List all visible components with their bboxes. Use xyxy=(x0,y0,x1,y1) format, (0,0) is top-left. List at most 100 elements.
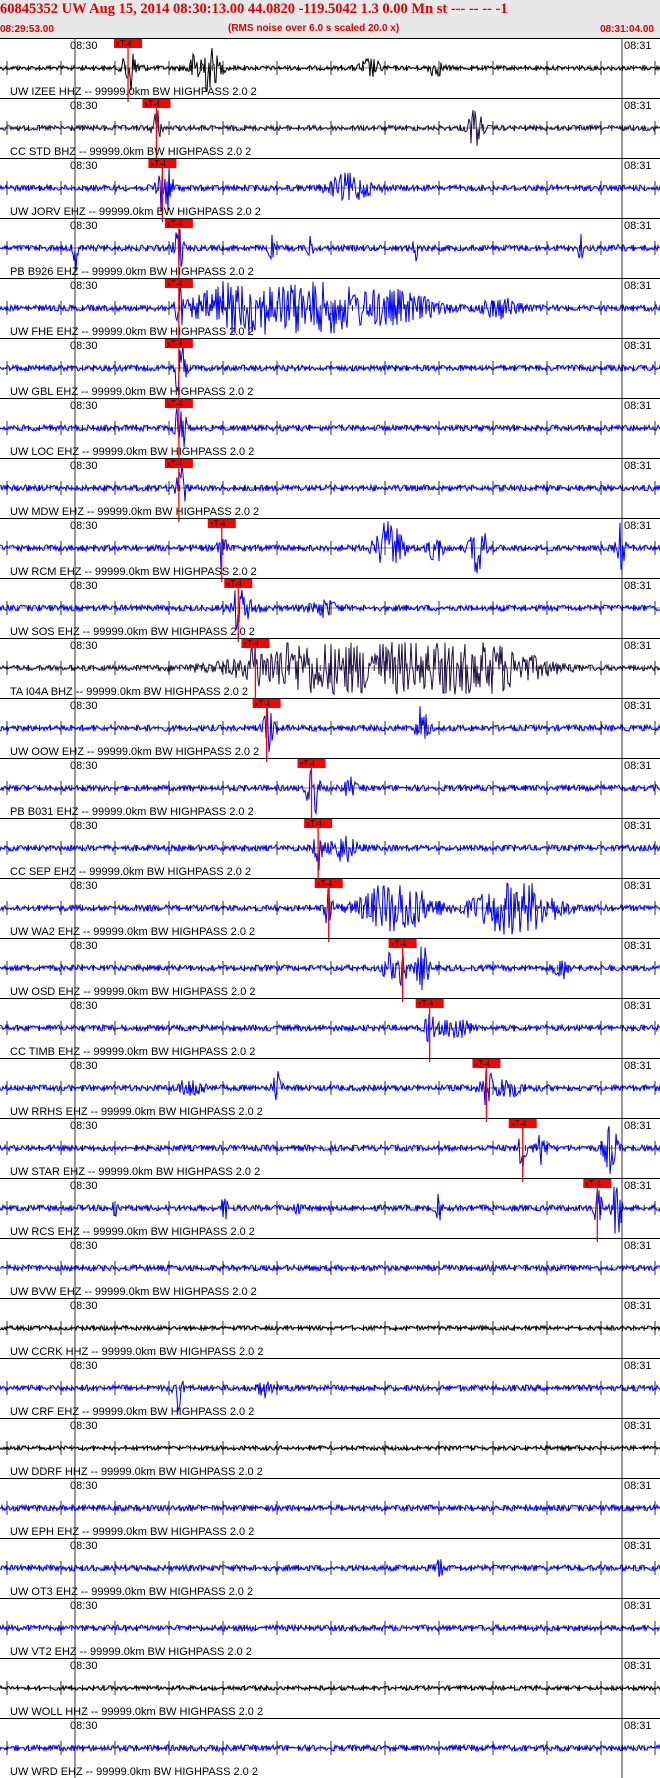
seismogram-plot: 08:30 08:31 xT-4 UW IZEE HHZ -- 99999.0km B… xyxy=(0,38,660,1778)
station-label: UW STAR EHZ -- 99999.0km BW HIGHPASS 2.0… xyxy=(10,1166,260,1178)
waveform xyxy=(0,47,660,92)
trace-panel: 08:30 08:31 xT-4 UW RCM EHZ -- 99999.0km BW… xyxy=(0,518,660,582)
trace-panel: 08:30 08:31 xT-4 CC STD BHZ -- 99999.0km BW… xyxy=(0,98,660,162)
time-label-start: 08:30 xyxy=(70,520,98,532)
pick-label: xT-4 xyxy=(255,700,271,709)
trace-panel: 08:30 08:31 UW WRD EHZ -- 99999.0km BW HIG… xyxy=(0,1718,660,1778)
station-label: UW IZEE HHZ -- 99999.0km BW HIGHPASS 2.0… xyxy=(10,86,257,98)
waveform xyxy=(0,407,660,448)
time-label-end: 08:31 xyxy=(624,820,652,832)
trace-panel: 08:30 08:31 UW CRF EHZ -- 99999.0km BW HIG… xyxy=(0,1358,660,1418)
station-label: CC TIMB EHZ -- 99999.0km BW HIGHPASS 2.0… xyxy=(10,1046,255,1058)
station-label: UW VT2 EHZ -- 99999.0km BW HIGHPASS 2.0 … xyxy=(10,1646,252,1658)
time-label-start: 08:30 xyxy=(70,1540,98,1552)
pick-label: xT-4 xyxy=(585,1180,601,1189)
trace-panel: 08:30 08:31 xT-4 UW GBL EHZ -- 99999.0km BW… xyxy=(0,338,660,402)
trace-panel: 08:30 08:31 xT-4 TA I04A BHZ -- 99999.0km B… xyxy=(0,638,660,702)
pick-label: xT-4 xyxy=(167,400,183,409)
pick-label: xT-4 xyxy=(150,160,166,169)
station-label: PB B031 EHZ -- 99999.0km BW HIGHPASS 2.0… xyxy=(10,806,254,818)
time-label-start: 08:30 xyxy=(70,40,98,52)
time-label-end: 08:31 xyxy=(624,1420,652,1432)
station-label: UW WOLL HHZ -- 99999.0km BW HIGHPASS 2.0… xyxy=(10,1706,263,1718)
time-label-end: 08:31 xyxy=(624,1120,652,1132)
time-label-end: 08:31 xyxy=(624,400,652,412)
time-label-end: 08:31 xyxy=(624,760,652,772)
time-label-end: 08:31 xyxy=(624,1360,652,1372)
time-label-start: 08:30 xyxy=(70,160,98,172)
trace-panel: 08:30 08:31 UW WOLL HHZ -- 99999.0km BW HI… xyxy=(0,1658,660,1718)
time-label-end: 08:31 xyxy=(624,1060,652,1072)
trace-panel: 08:30 08:31 xT-4 UW LOC EHZ -- 99999.0km BW… xyxy=(0,398,660,462)
pick-label: xT-4 xyxy=(226,580,242,589)
pick-label: xT-4 xyxy=(116,40,132,49)
waveform xyxy=(0,1323,660,1333)
pick-label: xT-4 xyxy=(167,280,183,289)
time-label-start: 08:30 xyxy=(70,340,98,352)
time-label-start: 08:30 xyxy=(70,1360,98,1372)
pick-label: xT-4 xyxy=(144,100,160,109)
time-label-end: 08:31 xyxy=(624,640,652,652)
scaling-note: (RMS noise over 6.0 s scaled 20.0 x) xyxy=(228,23,400,34)
station-label: PB B926 EHZ -- 99999.0km BW HIGHPASS 2.0… xyxy=(10,266,254,278)
trace-panel: 08:30 08:31 UW OT3 EHZ -- 99999.0km BW HIG… xyxy=(0,1538,660,1598)
time-label-end: 08:31 xyxy=(624,160,652,172)
station-label: TA I04A BHZ -- 99999.0km BW HIGHPASS 2.0… xyxy=(10,686,248,698)
station-label: UW JORV EHZ -- 99999.0km BW HIGHPASS 2.0… xyxy=(10,206,261,218)
time-label-start: 08:30 xyxy=(70,1060,98,1072)
time-label-end: 08:31 xyxy=(624,880,652,892)
time-label-start: 08:30 xyxy=(70,1480,98,1492)
waveform xyxy=(0,1743,660,1753)
time-label-start: 08:30 xyxy=(70,1660,98,1672)
time-label-start: 08:30 xyxy=(70,1240,98,1252)
time-label-start: 08:30 xyxy=(70,1300,98,1312)
trace-panel: 08:30 08:31 xT-4 UW OOW EHZ -- 99999.0km BW… xyxy=(0,698,660,762)
time-label-start: 08:30 xyxy=(70,1420,98,1432)
trace-panel: 08:30 08:31 xT-4 CC SEP EHZ -- 99999.0km BW… xyxy=(0,818,660,882)
trace-panel: 08:30 08:31 UW EPH EHZ -- 99999.0km BW HIG… xyxy=(0,1478,660,1538)
pick-label: xT-4 xyxy=(167,460,183,469)
waveform xyxy=(0,343,660,392)
trace-panel: 08:30 08:31 xT-4 UW IZEE HHZ -- 99999.0km B… xyxy=(0,38,660,102)
time-label-end: 08:31 xyxy=(624,1600,652,1612)
station-label: UW LOC EHZ -- 99999.0km BW HIGHPASS 2.0 … xyxy=(10,446,254,458)
trace-panel: 08:30 08:31 xT-4 UW WA2 EHZ -- 99999.0km BW… xyxy=(0,878,660,942)
trace-panel: 08:30 08:31 xT-4 UW RRHS EHZ -- 99999.0km B… xyxy=(0,1058,660,1122)
station-label: UW SOS EHZ -- 99999.0km BW HIGHPASS 2.0 … xyxy=(10,626,255,638)
pick-label: xT-4 xyxy=(474,1060,490,1069)
time-label-end: 08:31 xyxy=(624,940,652,952)
time-label-end: 08:31 xyxy=(624,1660,652,1672)
station-label: UW OOW EHZ -- 99999.0km BW HIGHPASS 2.0 … xyxy=(10,746,259,758)
time-label-start: 08:30 xyxy=(70,460,98,472)
time-label-start: 08:30 xyxy=(70,580,98,592)
trace-panel: 08:30 08:31 UW VT2 EHZ -- 99999.0km BW HIG… xyxy=(0,1598,660,1658)
station-label: UW WA2 EHZ -- 99999.0km BW HIGHPASS 2.0 … xyxy=(10,926,255,938)
trace-panel: 08:30 08:31 xT-4 UW STAR EHZ -- 99999.0km B… xyxy=(0,1118,660,1182)
station-label: UW RCM EHZ -- 99999.0km BW HIGHPASS 2.0 … xyxy=(10,566,257,578)
trace-panel: 08:30 08:31 xT-4 PB B926 EHZ -- 99999.0km B… xyxy=(0,218,660,282)
time-label-start: 08:30 xyxy=(70,880,98,892)
start-time: 08:29:53.00 xyxy=(0,24,54,35)
pick-label: xT-4 xyxy=(391,940,407,949)
time-label-end: 08:31 xyxy=(624,1720,652,1732)
station-label: UW RCS EHZ -- 99999.0km BW HIGHPASS 2.0 … xyxy=(10,1226,255,1238)
trace-panel: 08:30 08:31 xT-4 UW SOS EHZ -- 99999.0km BW… xyxy=(0,578,660,642)
time-label-end: 08:31 xyxy=(624,220,652,232)
time-label-end: 08:31 xyxy=(624,1000,652,1012)
time-label-start: 08:30 xyxy=(70,820,98,832)
station-label: UW CRF EHZ -- 99999.0km BW HIGHPASS 2.0 … xyxy=(10,1406,254,1418)
end-time: 08:31:04.00 xyxy=(600,24,654,35)
trace-panel: 08:30 08:31 xT-4 CC TIMB EHZ -- 99999.0km B… xyxy=(0,998,660,1062)
time-label-start: 08:30 xyxy=(70,760,98,772)
station-label: UW FHE EHZ -- 99999.0km BW HIGHPASS 2.0 … xyxy=(10,326,254,338)
pick-label: xT-4 xyxy=(418,1000,434,1009)
trace-panel: 08:30 08:31 xT-4 UW FHE EHZ -- 99999.0km BW… xyxy=(0,278,660,342)
waveform xyxy=(0,946,660,991)
pick-label: xT-4 xyxy=(167,220,183,229)
station-label: CC SEP EHZ -- 99999.0km BW HIGHPASS 2.0 … xyxy=(10,866,251,878)
time-label-end: 08:31 xyxy=(624,1240,652,1252)
time-label-start: 08:30 xyxy=(70,640,98,652)
trace-panel: 08:30 08:31 UW BVW EHZ -- 99999.0km BW HIG… xyxy=(0,1238,660,1298)
pick-label: xT-4 xyxy=(210,520,226,529)
time-label-end: 08:31 xyxy=(624,340,652,352)
